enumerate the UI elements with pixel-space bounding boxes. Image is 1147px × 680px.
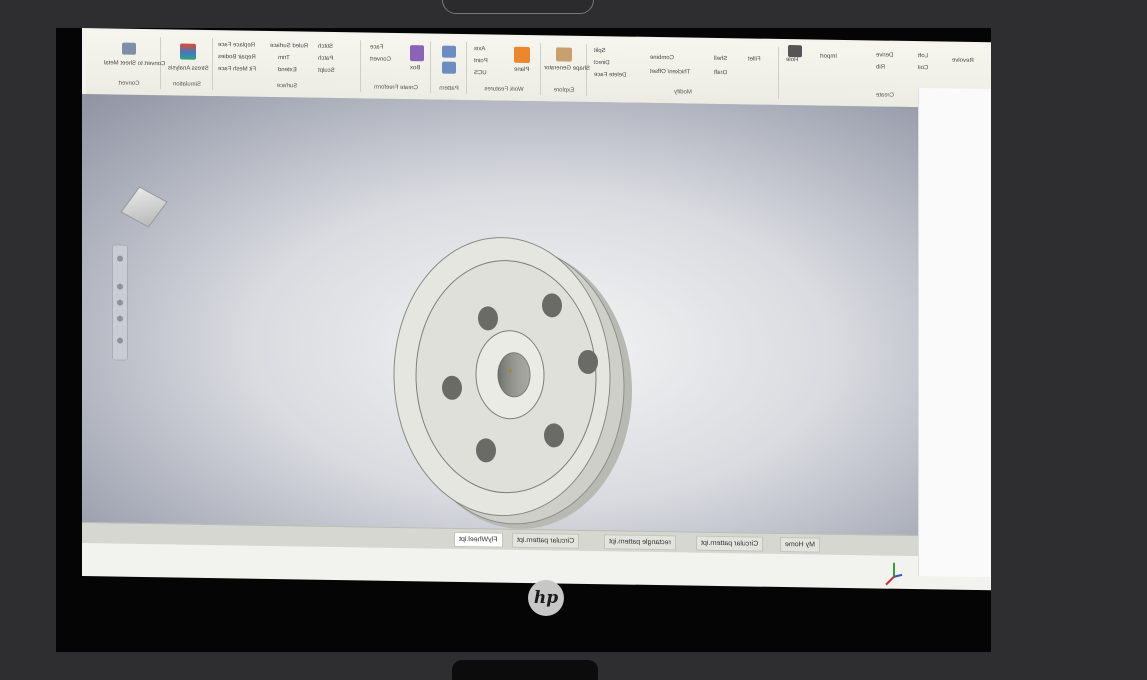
shell-label[interactable]: Shell [714,56,727,62]
plane-label[interactable]: Plane [514,67,529,73]
ribbon-group-label: Simulation [173,81,202,88]
ribbon-group-label: Pattern [439,85,459,92]
revolve-label[interactable]: Revolve [952,58,974,64]
replace-face-label[interactable]: Replace Face [218,42,255,49]
fillet-label[interactable]: Fillet [748,56,761,62]
extend-label[interactable]: Extend [278,67,297,73]
delete-face-label[interactable]: Delete Face [594,72,626,79]
x-axis-line [885,576,895,586]
shape-generator-icon [556,47,572,62]
hp-logo: hp [528,580,564,616]
tab-my-home[interactable]: My Home [780,536,820,553]
ribbon-group-work-features[interactable]: Axis Point UCS Plane Work Features [468,42,541,96]
look-at-icon[interactable] [117,337,123,344]
tab-circular-pattern[interactable]: Circular pattern.ipt [696,535,764,552]
z-axis-line [893,573,903,578]
sculpt-label[interactable]: Sculpt [318,68,335,74]
ribbon-group-pattern[interactable]: Pattern [432,41,467,94]
monitor-photo: Convert to Sheet Metal Convert Stress An… [56,28,992,652]
pan-icon[interactable] [117,283,123,290]
import-label[interactable]: Import [820,54,837,60]
convert-sheet-metal-label: Convert to Sheet Metal [104,60,166,68]
loft-label[interactable]: Loft [918,53,928,59]
hole-icon [788,45,802,58]
orbit-icon[interactable] [117,315,123,322]
camera-notch-bottom [452,660,598,680]
axis-triad [885,562,903,586]
ribbon-group-label: Create Freeform [374,84,419,92]
repair-bodies-label[interactable]: Repair Bodies [218,54,256,61]
ribbon-group-convert[interactable]: Convert to Sheet Metal Convert [98,36,165,90]
ribbon-group-label: Work Features [484,86,524,93]
ribbon-group-modify[interactable]: Split Direct Delete Face Combine Thicken… [588,43,779,99]
shape-generator-label[interactable]: Shape Generator [544,65,590,72]
box-freeform-icon [410,45,424,62]
circular-pattern-icon [442,61,456,74]
draft-label[interactable]: Draft [714,70,727,76]
patch-label[interactable]: Patch [318,56,333,62]
derive-label[interactable]: Derive [876,52,893,58]
ucs-label[interactable]: UCS [474,70,487,76]
ribbon-group-label: Explore [553,87,575,94]
stress-analysis-label: Stress Analysis [168,65,209,72]
stress-analysis-icon [180,43,196,60]
sheet-metal-icon [122,42,136,55]
stitch-label[interactable]: Stitch [318,44,333,50]
tab-circular-pattern-2[interactable]: Circular pattern.ipt [512,532,580,549]
combine-label[interactable]: Combine [650,55,674,61]
viewcube[interactable] [120,186,168,228]
tab-flywheel[interactable]: FlyWheel.ipt [454,531,503,548]
face-label[interactable]: Face [370,44,383,50]
ruled-surface-label[interactable]: Ruled Surface [270,43,308,50]
ribbon-group-label: Surface [276,82,298,90]
navigation-bar[interactable] [112,244,128,361]
ribbon-group-surface[interactable]: Replace Face Repair Bodies Fit Mesh Face… [214,38,361,93]
ribbon-group-label: Convert [118,80,140,87]
split-label[interactable]: Split [594,48,606,54]
ribbon-group-label: Modify [674,89,692,96]
graphics-viewport[interactable] [82,94,918,586]
ribbon-group-create-freeform[interactable]: Face Convert Box Create Freeform [362,40,431,94]
tab-rectangle-pattern[interactable]: rectangle pattern.ipt [604,534,676,551]
full-nav-wheel-icon[interactable] [117,255,123,262]
axis-label[interactable]: Axis [474,46,485,52]
ribbon-group-explore[interactable]: Shape Generator Explore [542,43,590,96]
hole-label[interactable]: Hole [786,57,798,63]
direct-label[interactable]: Direct [594,60,610,66]
ribbon-group-simulation[interactable]: Stress Analysis Simulation [162,37,213,90]
coil-label[interactable]: Coil [918,65,928,71]
box-label[interactable]: Box [410,65,420,71]
thicken-offset-label[interactable]: Thicken/ Offset [650,69,690,76]
zoom-icon[interactable] [117,299,123,306]
rectangular-pattern-icon [442,45,456,58]
browser-panel[interactable] [918,88,992,578]
rib-label[interactable]: Rib [876,64,885,70]
flywheel-part[interactable] [352,208,652,533]
camera-notch-top [442,0,594,14]
trim-label[interactable]: Trim [278,55,290,61]
convert-label[interactable]: Convert [370,56,391,62]
plane-icon [514,46,530,63]
background-right [991,28,1147,667]
fit-mesh-face-label[interactable]: Fit Mesh Face [218,66,256,73]
point-label[interactable]: Point [474,58,488,64]
